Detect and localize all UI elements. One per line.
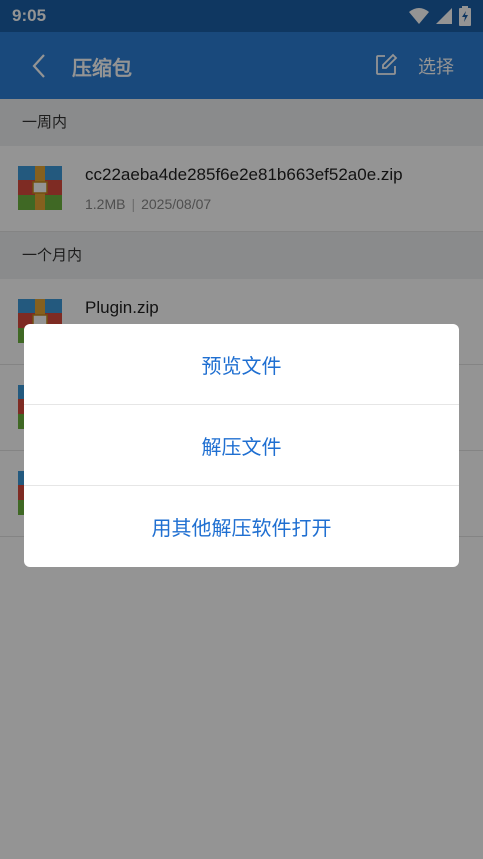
extract-file-option[interactable]: 解压文件 bbox=[24, 405, 459, 486]
file-action-dialog: 预览文件 解压文件 用其他解压软件打开 bbox=[24, 324, 459, 567]
preview-file-option[interactable]: 预览文件 bbox=[24, 324, 459, 405]
open-with-other-app-option[interactable]: 用其他解压软件打开 bbox=[24, 486, 459, 567]
